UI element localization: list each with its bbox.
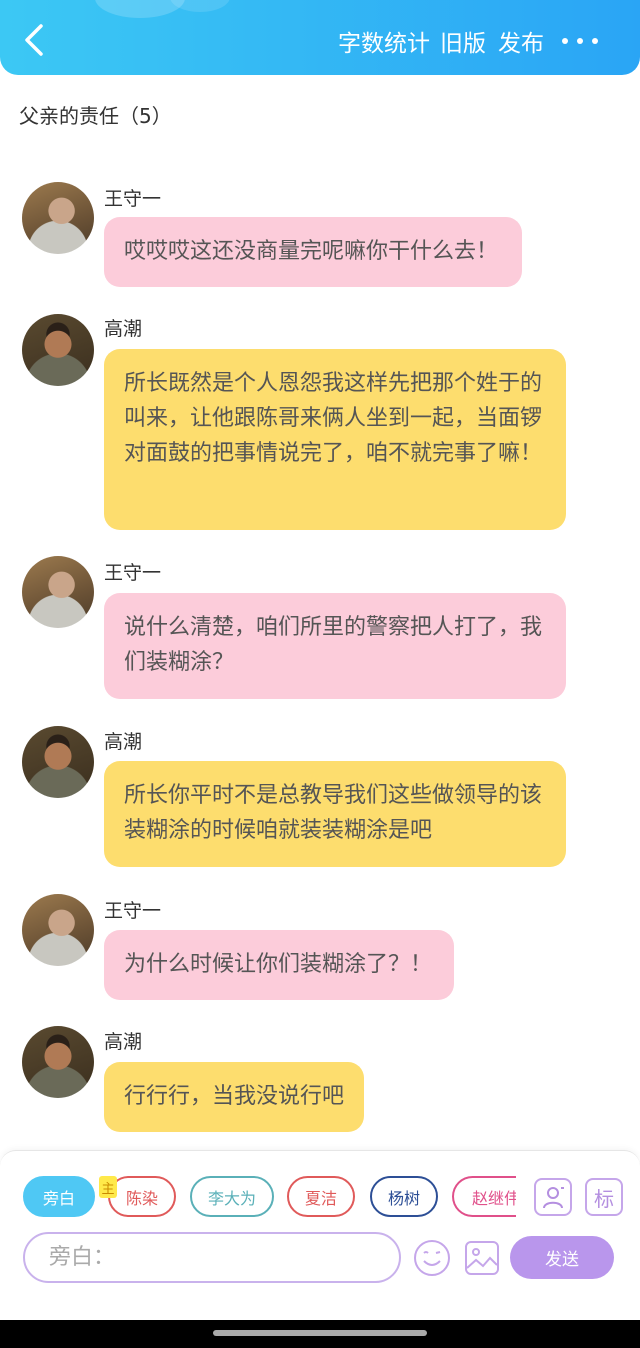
- word-count-button[interactable]: 字数统计: [338, 24, 430, 58]
- speaker-name: 王守一: [104, 900, 162, 922]
- publish-button[interactable]: 发布: [498, 24, 544, 58]
- message-bubble[interactable]: 所长既然是个人恩怨我这样先把那个姓于的叫来，让他跟陈哥来俩人坐到一起，当面锣对面…: [104, 349, 566, 530]
- speaker-name: 高潮: [104, 1031, 143, 1053]
- chapter-title: 父亲的责任（5）: [19, 104, 172, 128]
- emoji-icon[interactable]: [413, 1239, 451, 1277]
- message-bubble[interactable]: 为什么时候让你们装糊涂了？！: [104, 930, 454, 1000]
- dot: [562, 38, 568, 44]
- avatar[interactable]: [22, 314, 94, 386]
- role-chip-zhaojiwei[interactable]: 赵继伟: [452, 1176, 516, 1217]
- image-icon[interactable]: [463, 1239, 501, 1277]
- top-bar: 字数统计 旧版 发布: [0, 0, 640, 75]
- more-options-button[interactable]: [556, 26, 604, 56]
- tag-button[interactable]: 标: [585, 1178, 623, 1216]
- dialogue-input[interactable]: [23, 1232, 401, 1283]
- person-card-icon[interactable]: [534, 1178, 572, 1216]
- message-bubble[interactable]: 行行行，当我没说行吧: [104, 1062, 364, 1132]
- message-bubble[interactable]: 哎哎哎这还没商量完呢嘛你干什么去！: [104, 217, 522, 287]
- role-chip-lidawei[interactable]: 李大为: [190, 1176, 274, 1217]
- speaker-name: 高潮: [104, 731, 143, 753]
- old-version-button[interactable]: 旧版: [440, 24, 486, 58]
- dot: [592, 38, 598, 44]
- role-chip-yangshu[interactable]: 杨树: [370, 1176, 438, 1217]
- avatar[interactable]: [22, 1026, 94, 1098]
- system-nav-bar: [0, 1320, 640, 1348]
- role-chip-narrator[interactable]: 旁白: [23, 1176, 95, 1217]
- dot: [577, 38, 583, 44]
- avatar[interactable]: [22, 556, 94, 628]
- back-button[interactable]: [14, 18, 54, 62]
- chevron-left-icon: [25, 24, 43, 56]
- role-chip-chenran[interactable]: 陈染: [108, 1176, 176, 1217]
- speaker-name: 王守一: [104, 562, 162, 584]
- send-button[interactable]: 发送: [510, 1236, 614, 1279]
- header-decoration: [170, 0, 230, 12]
- avatar[interactable]: [22, 894, 94, 966]
- message-bubble[interactable]: 说什么清楚，咱们所里的警察把人打了，我们装糊涂？: [104, 593, 566, 699]
- main-role-badge: 主: [99, 1176, 117, 1198]
- home-indicator[interactable]: [213, 1330, 427, 1336]
- message-bubble[interactable]: 所长你平时不是总教导我们这些做领导的该装糊涂的时候咱就装装糊涂是吧: [104, 761, 566, 867]
- role-chip-xiajie[interactable]: 夏洁: [287, 1176, 355, 1217]
- speaker-name: 王守一: [104, 188, 162, 210]
- avatar[interactable]: [22, 182, 94, 254]
- speaker-name: 高潮: [104, 318, 143, 340]
- avatar[interactable]: [22, 726, 94, 798]
